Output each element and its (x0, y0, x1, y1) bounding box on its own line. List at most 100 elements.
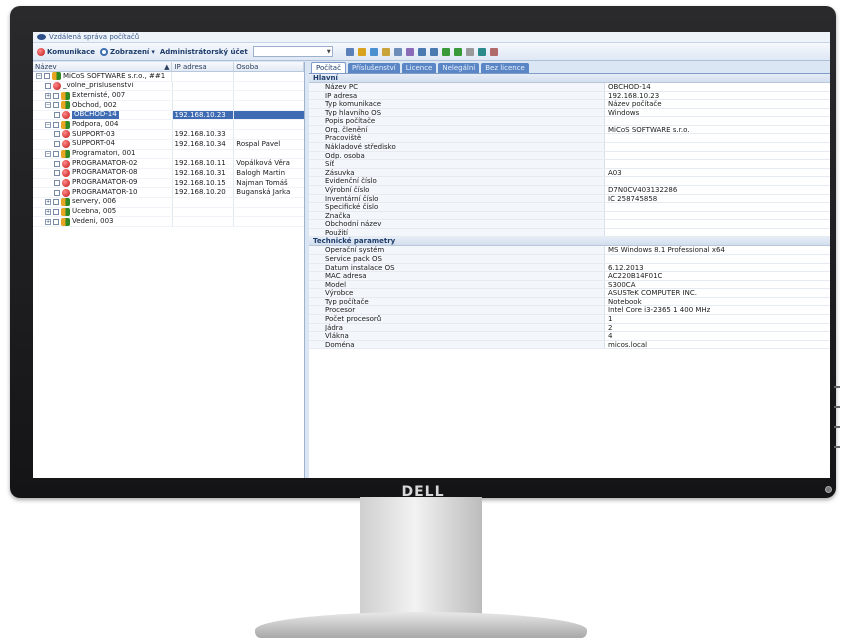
property-row[interactable]: Inventární číslo IČ 258745858 (309, 194, 830, 204)
property-value[interactable]: micos.local (605, 341, 830, 349)
tree-row[interactable]: + Externisté, 007 (33, 91, 304, 102)
property-value[interactable]: MiCoS SOFTWARE s.r.o. (605, 126, 830, 134)
tree-row[interactable]: PROGRAMATOR-10 192.168.10.20 Buganská Jark… (33, 188, 304, 198)
screen-icon[interactable] (417, 47, 426, 56)
lightbulb-icon[interactable] (357, 47, 366, 56)
connect-icon[interactable] (441, 47, 450, 56)
tree-row[interactable]: _volne_prislusenstvi (33, 81, 304, 92)
tab-1[interactable]: Příslušenství (347, 63, 400, 73)
property-row[interactable]: Typ hlavního OS Windows (309, 108, 830, 118)
capture-icon[interactable] (429, 47, 438, 56)
property-value[interactable] (605, 152, 830, 160)
monitor-side-button[interactable] (834, 426, 840, 428)
row-checkbox[interactable] (45, 83, 51, 90)
property-value[interactable]: OBCHOD-14 (605, 83, 830, 91)
tab-0[interactable]: Počítač (311, 62, 346, 73)
property-row[interactable]: Odp. osoba (309, 151, 830, 161)
property-value[interactable] (605, 203, 830, 211)
property-row[interactable]: Pracoviště (309, 134, 830, 144)
folder-icon[interactable] (381, 47, 390, 56)
monitor-icon[interactable] (345, 47, 354, 56)
chart-icon[interactable] (405, 47, 414, 56)
tab-4[interactable]: Bez licence (481, 63, 529, 73)
property-row[interactable]: Datum instalace OS 6.12.2013 (309, 263, 830, 273)
tree-row[interactable]: OBCHOD-14 192.168.10.23 (33, 110, 304, 121)
property-value[interactable]: MS Windows 8.1 Professional x64 (605, 246, 830, 254)
property-row[interactable]: Typ počítače Notebook (309, 297, 830, 307)
row-checkbox[interactable] (54, 179, 60, 186)
row-checkbox[interactable] (53, 121, 59, 128)
document-icon[interactable] (393, 47, 402, 56)
collapse-icon[interactable]: − (45, 102, 51, 109)
row-checkbox[interactable] (53, 92, 59, 99)
property-value[interactable]: A03 (605, 169, 830, 177)
menu-komunikace[interactable]: Komunikace (37, 47, 95, 56)
property-row[interactable]: Název PC OBCHOD-14 (309, 83, 830, 92)
property-row[interactable]: Popis počítače (309, 117, 830, 126)
tab-3[interactable]: Nelegální (438, 63, 480, 73)
property-value[interactable] (605, 160, 830, 168)
property-row[interactable]: Evidenční číslo (309, 177, 830, 186)
property-value[interactable]: ASUSTeK COMPUTER INC. (605, 289, 830, 297)
tree-row[interactable]: + Vedeni, 003 (33, 217, 304, 227)
account-combo[interactable]: ▼ (252, 46, 333, 57)
property-row[interactable]: Počet procesorů 1 (309, 315, 830, 324)
property-value[interactable] (605, 220, 830, 228)
row-checkbox[interactable] (54, 112, 60, 119)
property-row[interactable]: Zásuvka A03 (309, 168, 830, 178)
monitor-side-button[interactable] (834, 386, 840, 388)
property-value[interactable] (605, 212, 830, 220)
tab-2[interactable]: Licence (401, 63, 437, 73)
property-row[interactable]: Typ komunikace Název počítače (309, 100, 830, 109)
property-value[interactable]: 2 (605, 324, 830, 332)
property-value[interactable]: AC220B14F01C (605, 272, 830, 280)
row-checkbox[interactable] (53, 218, 59, 225)
gear-icon[interactable] (465, 47, 474, 56)
row-checkbox[interactable] (53, 208, 59, 215)
property-row[interactable]: MAC adresa AC220B14F01C (309, 272, 830, 281)
row-checkbox[interactable] (54, 170, 60, 177)
tree-row[interactable]: PROGRAMATOR-08 192.168.10.31 Balogh Martin (33, 168, 304, 179)
power-icon[interactable] (477, 47, 486, 56)
row-checkbox[interactable] (53, 102, 59, 109)
collapse-icon[interactable]: − (36, 73, 42, 80)
property-section-header[interactable]: Technické parametry (309, 237, 830, 247)
property-row[interactable]: IP adresa 192.168.10.23 (309, 91, 830, 101)
property-row[interactable]: Použití (309, 228, 830, 238)
property-row[interactable]: Specifické číslo (309, 203, 830, 212)
property-value[interactable]: 4 (605, 332, 830, 340)
column-header-name[interactable]: Název ▲ (33, 62, 173, 71)
column-header-person[interactable]: Osoba (234, 62, 305, 71)
property-row[interactable]: Obchodní název (309, 220, 830, 229)
property-value[interactable] (605, 134, 830, 142)
row-checkbox[interactable] (54, 131, 60, 138)
property-value[interactable] (605, 255, 830, 263)
expand-icon[interactable]: + (45, 92, 51, 99)
property-value[interactable]: Název počítače (605, 100, 830, 108)
row-checkbox[interactable] (54, 141, 60, 148)
row-checkbox[interactable] (53, 199, 59, 206)
row-checkbox[interactable] (54, 160, 60, 167)
property-row[interactable]: Procesor Intel Core i3-2365 1 400 MHz (309, 306, 830, 316)
row-checkbox[interactable] (44, 73, 50, 80)
property-row[interactable]: Síť (309, 160, 830, 169)
tree-row[interactable]: SUPPORT-04 192.168.10.34 Rospal Pavel (33, 139, 304, 150)
collapse-icon[interactable]: − (45, 121, 51, 128)
property-row[interactable]: Nákladové středisko (309, 143, 830, 152)
row-checkbox[interactable] (53, 150, 59, 157)
property-value[interactable]: IČ 258745858 (605, 195, 830, 203)
menu-zobrazeni[interactable]: Zobrazení ▾ (100, 47, 155, 56)
tree-row[interactable]: − Obchod, 002 (33, 101, 304, 111)
property-row[interactable]: Operační systém MS Windows 8.1 Profession… (309, 246, 830, 255)
property-row[interactable]: Jádra 2 (309, 323, 830, 333)
property-row[interactable]: Výrobce ASUSTeK COMPUTER INC. (309, 289, 830, 298)
tree-row[interactable]: PROGRAMATOR-09 192.168.10.15 Najman Tomáš (33, 178, 304, 189)
network-icon[interactable] (369, 47, 378, 56)
tree-row[interactable]: − Podpora, 004 (33, 120, 304, 131)
property-value[interactable]: 6.12.2013 (605, 264, 830, 272)
property-value[interactable]: Windows (605, 109, 830, 117)
property-row[interactable]: Vlákna 4 (309, 332, 830, 341)
expand-icon[interactable]: + (45, 208, 51, 215)
tree-row[interactable]: − Programatori, 001 (33, 149, 304, 160)
property-row[interactable]: Model S300CA (309, 280, 830, 290)
